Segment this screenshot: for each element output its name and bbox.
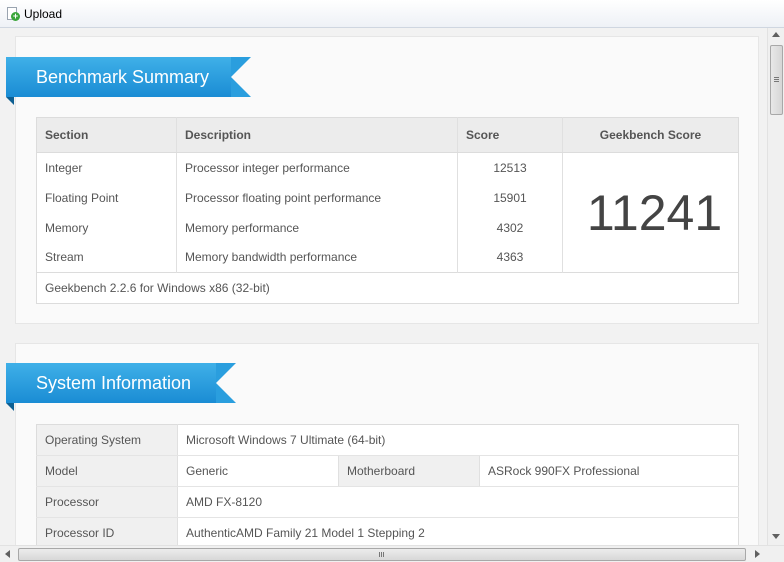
row-section: Floating Point [36,182,177,213]
content-viewport: Benchmark Summary Section Description Sc… [0,28,767,545]
system-info-table: Operating System Microsoft Windows 7 Ult… [36,424,739,545]
upload-button[interactable]: + Upload [6,5,62,23]
toolbar: + Upload [0,0,784,28]
vertical-scrollbar[interactable] [767,28,784,545]
row-score: 4363 [457,242,563,273]
horizontal-scroll-thumb[interactable] [18,548,746,561]
table-row: Model Generic Motherboard ASRock 990FX P… [36,455,739,487]
geekbench-score-cell: 11241 [562,152,739,273]
system-information-panel: System Information Operating System Micr… [6,343,759,545]
table-row: Processor ID AuthenticAMD Family 21 Mode… [36,517,739,545]
system-information-heading: System Information [6,363,236,411]
upload-label: Upload [24,7,63,21]
row-description: Processor floating point performance [176,182,458,213]
row-description: Memory bandwidth performance [176,242,458,273]
row-section: Memory [36,212,177,243]
row-section: Integer [36,152,177,183]
row-score: 12513 [457,152,563,183]
row-description: Processor integer performance [176,152,458,183]
scrollbar-corner [767,546,784,562]
scroll-down-arrow-icon[interactable] [772,534,780,539]
table-header-row: Section Description Score Geekbench Scor… [36,117,739,153]
header-section: Section [36,117,177,153]
row-score: 4302 [457,212,563,243]
benchmark-table: Section Description Score Geekbench Scor… [36,117,739,304]
scroll-right-arrow-icon[interactable] [755,550,760,558]
header-score: Score [457,117,563,153]
upload-icon: + [6,7,20,21]
geekbench-score-value: 11241 [586,184,723,241]
model-value: Generic [177,455,339,487]
table-row: Integer Processor integer performance 12… [36,152,739,273]
processor-id-value: AuthenticAMD Family 21 Model 1 Stepping … [177,517,739,545]
benchmark-summary-heading: Benchmark Summary [6,57,251,105]
os-value: Microsoft Windows 7 Ultimate (64-bit) [177,424,739,456]
row-section: Stream [36,242,177,273]
row-description: Memory performance [176,212,458,243]
table-footer-row: Geekbench 2.2.6 for Windows x86 (32-bit) [36,272,739,304]
scroll-up-arrow-icon[interactable] [772,32,780,37]
model-label: Model [36,455,178,487]
header-description: Description [176,117,458,153]
motherboard-label: Motherboard [338,455,480,487]
motherboard-value: ASRock 990FX Professional [479,455,739,487]
table-row: Operating System Microsoft Windows 7 Ult… [36,424,739,456]
os-label: Operating System [36,424,178,456]
benchmark-summary-panel: Benchmark Summary Section Description Sc… [6,36,759,324]
header-geekbench-score: Geekbench Score [562,117,739,153]
processor-label: Processor [36,486,178,518]
table-row: Processor AMD FX-8120 [36,486,739,518]
row-score: 15901 [457,182,563,213]
horizontal-scrollbar[interactable] [0,545,784,562]
scroll-left-arrow-icon[interactable] [5,550,10,558]
processor-value: AMD FX-8120 [177,486,739,518]
processor-id-label: Processor ID [36,517,178,545]
vertical-scroll-thumb[interactable] [770,45,783,115]
geekbench-version: Geekbench 2.2.6 for Windows x86 (32-bit) [36,272,739,304]
